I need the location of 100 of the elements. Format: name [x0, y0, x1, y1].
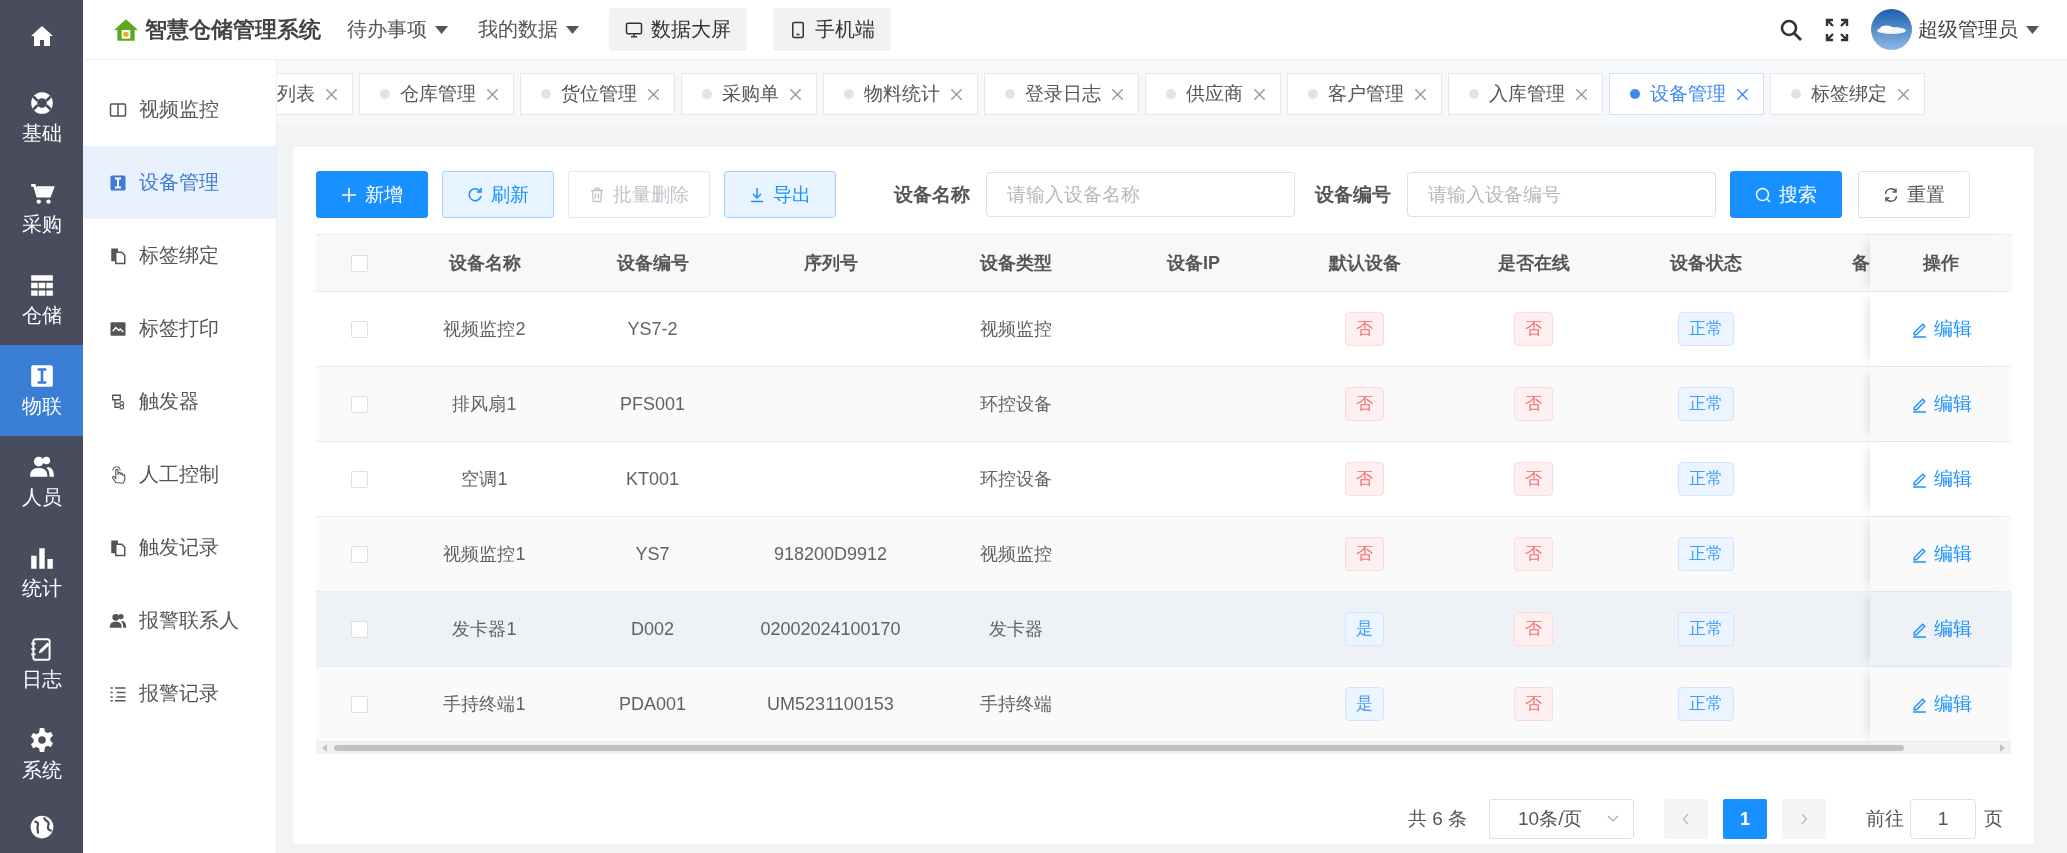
rail-item[interactable]: 仓储: [0, 254, 83, 345]
rail-item[interactable]: 统计: [0, 527, 83, 618]
table-cell-text: 视频监控: [979, 543, 1052, 566]
tab[interactable]: 登录日志: [984, 73, 1139, 115]
rail-item[interactable]: 采购: [0, 163, 83, 254]
close-icon[interactable]: [1253, 87, 1266, 101]
avatar[interactable]: [1871, 9, 1912, 50]
caret-icon[interactable]: [2026, 25, 2039, 34]
tab[interactable]: 入库管理: [1448, 73, 1603, 115]
caret-icon: [566, 25, 579, 34]
status-tag: 否: [1514, 387, 1553, 421]
dropdown-menu[interactable]: 我的数据: [478, 16, 579, 43]
close-icon[interactable]: [1736, 87, 1749, 101]
page-jump-field[interactable]: 1: [1910, 799, 1976, 839]
input-field[interactable]: 请输入设备编号: [1407, 172, 1716, 217]
close-icon[interactable]: [325, 87, 338, 101]
page-suffix: 页: [1984, 807, 2003, 831]
close-icon[interactable]: [1414, 87, 1427, 101]
status-tag: 否: [1514, 312, 1553, 346]
tab[interactable]: 列表: [277, 73, 353, 115]
submenu-item[interactable]: 报警记录: [83, 657, 276, 730]
status-tag: 否: [1345, 537, 1384, 571]
submenu-item[interactable]: 视频监控: [83, 73, 276, 146]
submenu-item[interactable]: 标签打印: [83, 292, 276, 365]
rail-item[interactable]: 人员: [0, 436, 83, 527]
table-row[interactable]: 空调1 KT001 环控设备 否 否 正常 编辑: [316, 442, 2011, 517]
header-button[interactable]: 数据大屏: [609, 8, 747, 51]
total-count: 共 6 条: [1407, 807, 1467, 831]
table-cell: KT001: [625, 468, 679, 490]
checkbox[interactable]: [350, 695, 368, 713]
checkbox[interactable]: [350, 620, 368, 638]
cart-icon: [28, 181, 55, 207]
fullscreen-icon[interactable]: [1825, 17, 1849, 42]
chevron-right-icon: [1800, 813, 1808, 825]
table-cell-text: 发卡器: [988, 618, 1043, 641]
dropdown-menu[interactable]: 待办事项: [347, 16, 448, 43]
tab-dot-icon: [702, 89, 712, 99]
rail-item[interactable]: 物联: [0, 345, 83, 436]
pencil-icon: [1910, 695, 1928, 713]
horizontal-scrollbar[interactable]: [316, 742, 2011, 754]
close-icon[interactable]: [1897, 87, 1910, 101]
submenu-item[interactable]: 报警联系人: [83, 584, 276, 657]
tab[interactable]: 标签绑定: [1770, 73, 1925, 115]
header-button[interactable]: 手机端: [773, 8, 891, 51]
tab[interactable]: 采购单: [681, 73, 817, 115]
tab[interactable]: 货位管理: [520, 73, 675, 115]
pencil-icon: [1910, 470, 1928, 488]
table-cell: 02002024100170: [760, 618, 901, 640]
table-row[interactable]: 视频监控1 YS7 918200D9912 视频监控 否 否 正常 编辑: [316, 517, 2011, 592]
checkbox[interactable]: [350, 545, 368, 563]
table-row[interactable]: 手持终端1 PDA001 UM5231100153 手持终端 是 否 正常 编辑: [316, 667, 2011, 742]
close-icon[interactable]: [789, 87, 802, 101]
columns-icon: [109, 100, 127, 119]
tab[interactable]: 客户管理: [1287, 73, 1442, 115]
grid-icon: [28, 272, 55, 298]
tab-dot-icon: [541, 89, 551, 99]
rail-item[interactable]: 系统: [0, 709, 83, 800]
table-row[interactable]: 排风扇1 PFS001 环控设备 否 否 正常 编辑: [316, 367, 2011, 442]
close-icon[interactable]: [1575, 87, 1588, 101]
column-header: 默认设备: [1328, 252, 1401, 275]
checkbox[interactable]: [350, 395, 368, 413]
tab[interactable]: 物料统计: [823, 73, 978, 115]
close-icon[interactable]: [1111, 87, 1124, 101]
column-header: 设备编号: [616, 252, 689, 275]
input-field[interactable]: 请输入设备名称: [986, 172, 1295, 217]
rail-item[interactable]: 基础: [0, 72, 83, 163]
close-icon[interactable]: [647, 87, 660, 101]
page-size-select[interactable]: 10条/页: [1489, 799, 1634, 839]
people-icon: [28, 454, 55, 480]
user-name[interactable]: 超级管理员: [1918, 16, 2018, 43]
monitor-icon: [625, 20, 643, 39]
submenu-item[interactable]: 设备管理: [83, 146, 276, 219]
tab[interactable]: 供应商: [1145, 73, 1281, 115]
search-icon: [1755, 186, 1771, 203]
table-row[interactable]: 视频监控2 YS7-2 视频监控 否 否 正常 编辑: [316, 292, 2011, 367]
close-icon[interactable]: [486, 87, 499, 101]
table-cell-text: 排风扇1: [452, 393, 517, 416]
submenu-item[interactable]: 触发记录: [83, 511, 276, 584]
table-cell-text: 手持终端: [979, 693, 1052, 716]
column-header: 设备类型: [979, 252, 1052, 275]
table-cell: PFS001: [619, 393, 685, 415]
status-tag: 正常: [1677, 612, 1734, 646]
submenu-item[interactable]: 标签绑定: [83, 219, 276, 292]
tab[interactable]: 仓库管理: [359, 73, 514, 115]
checkbox[interactable]: [350, 254, 368, 272]
status-tag: 正常: [1677, 387, 1734, 421]
status-tag: 正常: [1677, 687, 1734, 721]
submenu-item[interactable]: 人工控制: [83, 438, 276, 511]
table-row[interactable]: 发卡器1 D002 02002024100170 发卡器 是 否 正常 编辑: [316, 592, 2011, 667]
table-cell: YS7-2: [627, 318, 678, 340]
rail-item[interactable]: 日志: [0, 618, 83, 709]
search-icon[interactable]: [1779, 17, 1803, 42]
reset-button[interactable]: 重置: [1858, 171, 1970, 218]
checkbox[interactable]: [350, 470, 368, 488]
status-tag: 正常: [1677, 537, 1734, 571]
close-icon[interactable]: [950, 87, 963, 101]
home-icon[interactable]: [29, 24, 54, 48]
tab-dot-icon: [844, 89, 854, 99]
submenu-item[interactable]: 触发器: [83, 365, 276, 438]
checkbox[interactable]: [350, 320, 368, 338]
